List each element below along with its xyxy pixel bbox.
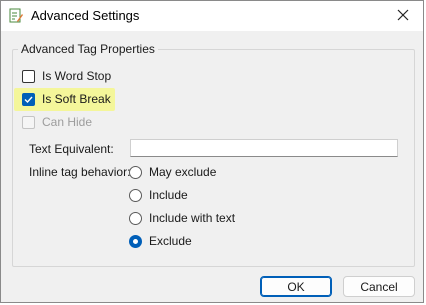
text-equivalent-label: Text Equivalent: [29,142,114,156]
inline-tag-behavior-label: Inline tag behavior: [29,165,131,179]
cancel-button[interactable]: Cancel [343,276,415,297]
edit-document-icon [9,8,23,24]
checkmark-icon [24,96,33,103]
radio-label: May exclude [149,165,217,179]
group-title: Advanced Tag Properties [18,42,158,56]
checkbox-label: Can Hide [42,115,93,129]
radio-include[interactable]: Include [129,185,188,205]
radio-label: Include with text [149,211,236,225]
window-title: Advanced Settings [31,8,140,23]
checkbox-box[interactable] [22,69,35,83]
checkbox-box[interactable] [22,92,35,106]
radio-circle[interactable] [129,188,142,202]
close-icon [397,9,409,24]
text-equivalent-input[interactable] [130,139,398,157]
checkbox-label: Is Word Stop [42,69,112,83]
ok-button[interactable]: OK [260,276,332,297]
radio-circle[interactable] [129,234,142,248]
radio-exclude[interactable]: Exclude [129,231,192,251]
checkbox-box[interactable] [22,115,35,129]
title-bar: Advanced Settings [1,1,423,31]
checkbox-label: Is Soft Break [42,92,111,106]
radio-circle[interactable] [129,165,142,179]
radio-may-exclude[interactable]: May exclude [129,162,216,182]
can-hide-checkbox[interactable]: Can Hide [22,112,92,132]
close-button[interactable] [383,1,423,31]
is-word-stop-checkbox[interactable]: Is Word Stop [22,66,111,86]
is-soft-break-checkbox[interactable]: Is Soft Break [22,89,111,109]
radio-include-with-text[interactable]: Include with text [129,208,235,228]
radio-label: Exclude [149,234,192,248]
advanced-settings-dialog: Advanced Settings Advanced Tag Propertie… [0,0,424,303]
radio-label: Include [149,188,188,202]
radio-circle[interactable] [129,211,142,225]
